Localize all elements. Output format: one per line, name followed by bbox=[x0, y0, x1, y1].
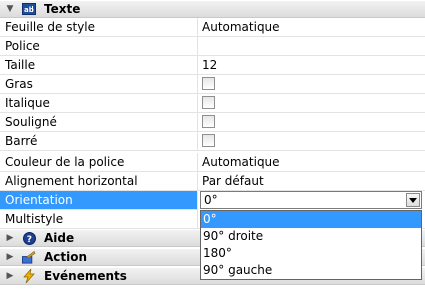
italique-checkbox[interactable] bbox=[202, 96, 215, 109]
category-label-aide: Aide bbox=[44, 231, 75, 245]
action-icon bbox=[22, 250, 36, 264]
text-field-icon: ab bbox=[22, 2, 36, 16]
property-row-barre[interactable]: Barré bbox=[0, 132, 425, 151]
dropdown-option[interactable]: 0° bbox=[201, 211, 421, 228]
property-name: Police bbox=[0, 37, 198, 56]
expand-arrow-icon[interactable]: ▶ bbox=[4, 271, 16, 281]
orientation-dropdown-list[interactable]: 0° 90° droite 180° 90° gauche bbox=[200, 210, 422, 280]
property-name: Multistyle bbox=[0, 210, 198, 229]
property-value bbox=[198, 132, 425, 151]
category-label-texte: Texte bbox=[44, 2, 81, 16]
property-value[interactable]: 12 bbox=[198, 56, 425, 75]
property-row-gras[interactable]: Gras bbox=[0, 75, 425, 94]
property-row-orientation[interactable]: Orientation 0° bbox=[0, 191, 425, 210]
help-icon: ? bbox=[22, 231, 36, 245]
property-name: Barré bbox=[0, 132, 198, 151]
property-name: Souligné bbox=[0, 113, 198, 132]
gras-checkbox[interactable] bbox=[202, 77, 215, 90]
property-row-souligne[interactable]: Souligné bbox=[0, 113, 425, 132]
expand-arrow-icon[interactable]: ▶ bbox=[4, 252, 16, 262]
collapse-arrow-icon[interactable]: ▼ bbox=[4, 4, 16, 14]
lightning-icon bbox=[22, 269, 36, 283]
chevron-down-icon bbox=[409, 197, 417, 203]
orientation-combobox[interactable]: 0° bbox=[200, 191, 422, 209]
dropdown-button[interactable] bbox=[406, 193, 420, 207]
property-value[interactable]: Automatique bbox=[198, 18, 425, 37]
property-name: Orientation bbox=[0, 191, 198, 210]
svg-text:?: ? bbox=[26, 235, 31, 245]
property-row-alignement[interactable]: Alignement horizontal Par défaut bbox=[0, 172, 425, 191]
dropdown-option[interactable]: 180° bbox=[201, 245, 421, 262]
dropdown-option[interactable]: 90° gauche bbox=[201, 262, 421, 279]
category-header-texte[interactable]: ▼ ab Texte bbox=[0, 0, 425, 18]
expand-arrow-icon[interactable]: ▶ bbox=[4, 233, 16, 243]
property-name: Feuille de style bbox=[0, 18, 198, 37]
property-row-couleur[interactable]: Couleur de la police Automatique bbox=[0, 153, 425, 172]
property-name: Taille bbox=[0, 56, 198, 75]
property-name: Alignement horizontal bbox=[0, 172, 198, 191]
property-row-police[interactable]: Police bbox=[0, 37, 425, 56]
property-row-taille[interactable]: Taille 12 bbox=[0, 56, 425, 75]
dropdown-option[interactable]: 90° droite bbox=[201, 228, 421, 245]
barre-checkbox[interactable] bbox=[202, 134, 215, 147]
category-label-action: Action bbox=[44, 250, 88, 264]
property-name: Italique bbox=[0, 94, 198, 113]
combobox-value: 0° bbox=[204, 193, 218, 207]
property-value[interactable]: Automatique bbox=[198, 153, 425, 172]
category-label-evenements: Evénements bbox=[44, 269, 127, 283]
property-value[interactable] bbox=[198, 37, 425, 56]
property-row-italique[interactable]: Italique bbox=[0, 94, 425, 113]
souligne-checkbox[interactable] bbox=[202, 115, 215, 128]
property-value bbox=[198, 75, 425, 94]
property-value bbox=[198, 113, 425, 132]
property-name: Gras bbox=[0, 75, 198, 94]
property-value[interactable]: Par défaut bbox=[198, 172, 425, 191]
property-value bbox=[198, 94, 425, 113]
property-grid: ▼ ab Texte Feuille de style Automatique … bbox=[0, 0, 425, 290]
property-name: Couleur de la police bbox=[0, 153, 198, 172]
property-row-feuille-de-style[interactable]: Feuille de style Automatique bbox=[0, 18, 425, 37]
